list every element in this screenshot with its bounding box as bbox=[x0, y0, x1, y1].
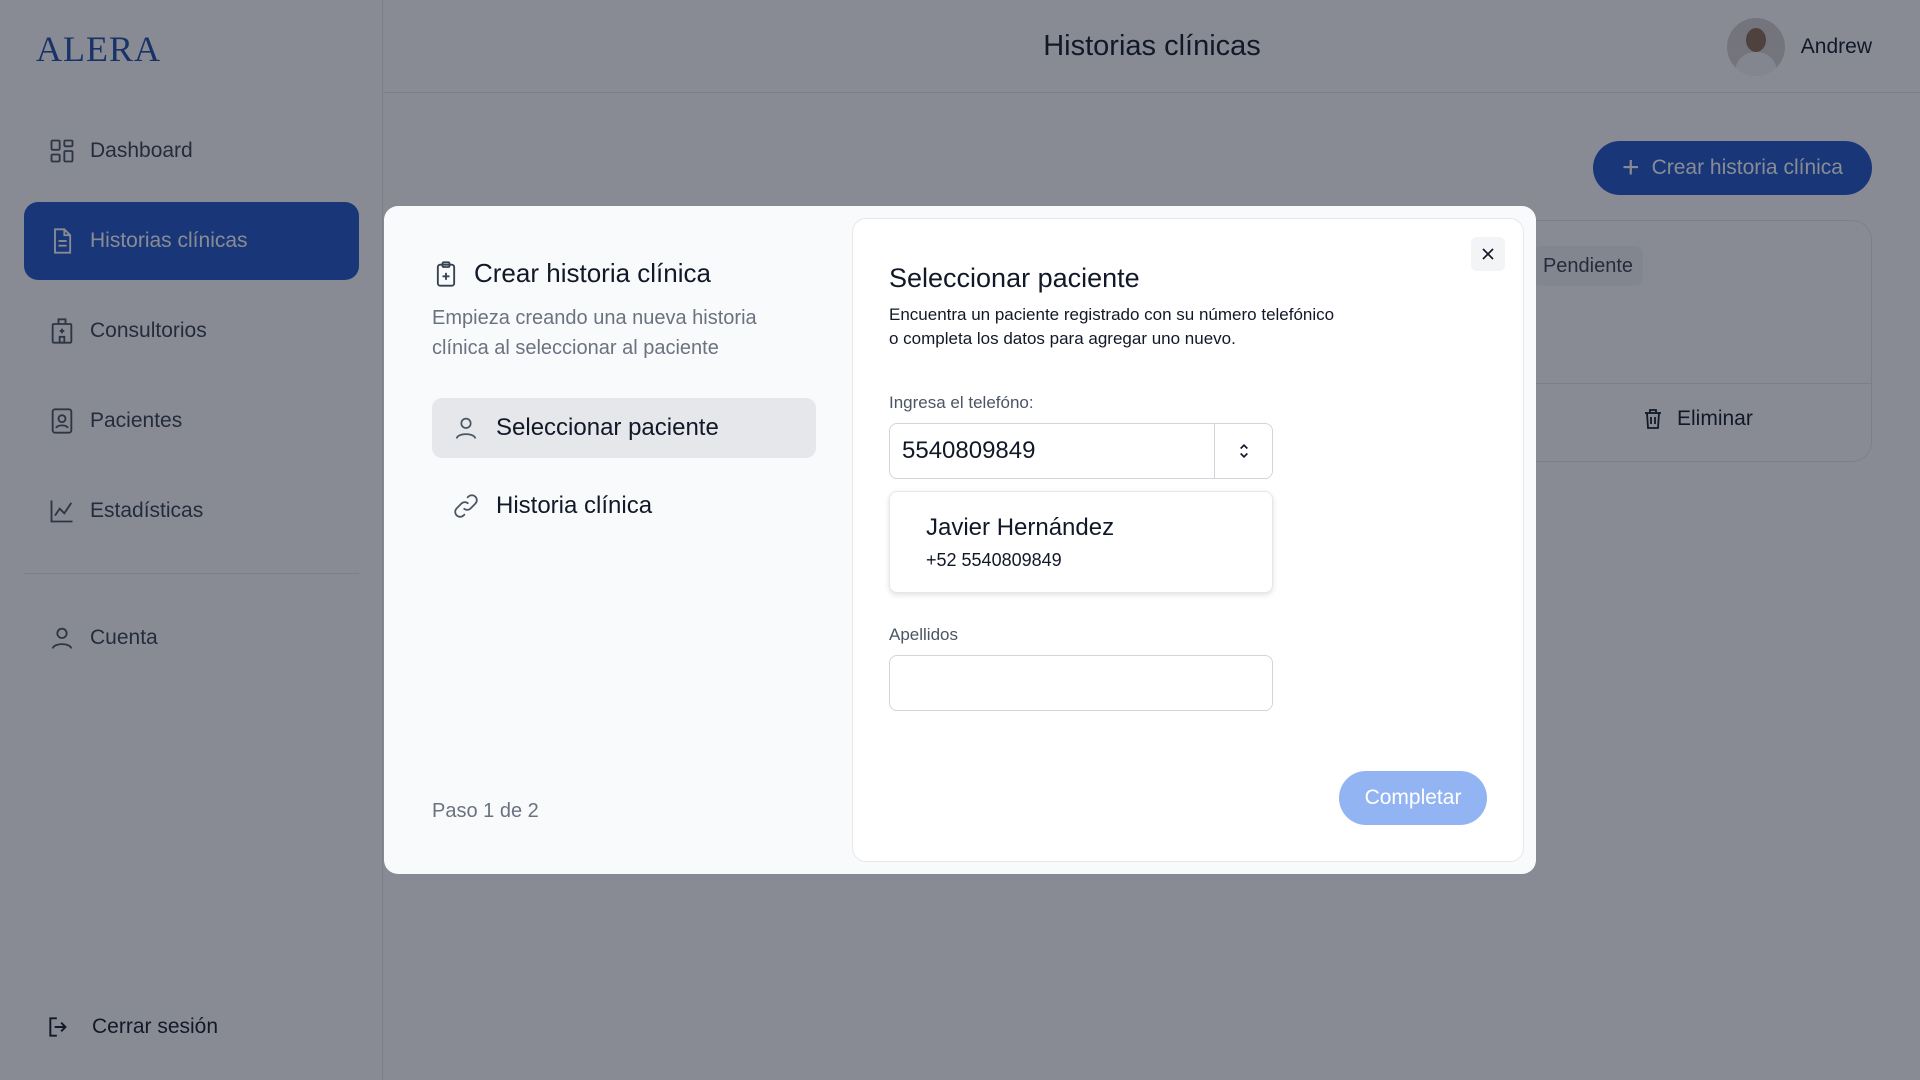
panel-description: Encuentra un paciente registrado con su … bbox=[889, 303, 1389, 351]
step-counter: Paso 1 de 2 bbox=[432, 800, 539, 822]
lastname-label: Apellidos bbox=[889, 625, 958, 644]
phone-combobox bbox=[889, 423, 1273, 479]
step-label: Seleccionar paciente bbox=[496, 414, 719, 441]
panel-description-line: Encuentra un paciente registrado con su … bbox=[889, 305, 1335, 324]
link-icon bbox=[454, 494, 478, 518]
panel-description-line: o completa los datos para agregar uno nu… bbox=[889, 329, 1236, 348]
modal-title-text: Crear historia clínica bbox=[474, 258, 711, 288]
phone-input[interactable] bbox=[890, 424, 1214, 478]
step-clinical-record[interactable]: Historia clínica bbox=[432, 476, 816, 536]
suggestion-phone: +52 5540809849 bbox=[926, 550, 1062, 570]
user-icon bbox=[455, 417, 477, 439]
chevron-up-down-icon bbox=[1239, 443, 1248, 459]
step-select-patient[interactable]: Seleccionar paciente bbox=[432, 398, 816, 458]
step-label: Historia clínica bbox=[496, 492, 653, 519]
patient-suggestion[interactable]: Javier Hernández +52 5540809849 bbox=[889, 491, 1273, 593]
modal-title: Crear historia clínica bbox=[432, 258, 816, 289]
clipboard-plus-icon bbox=[436, 260, 456, 287]
complete-button[interactable]: Completar bbox=[1339, 771, 1487, 825]
select-patient-panel: Seleccionar paciente Encuentra un pacien… bbox=[852, 218, 1524, 862]
modal-subtitle: Empieza creando una nueva historia clíni… bbox=[432, 307, 757, 359]
suggestion-name: Javier Hernández bbox=[926, 514, 1115, 541]
close-button[interactable] bbox=[1471, 237, 1505, 271]
phone-label: Ingresa el telefóno: bbox=[889, 393, 1034, 412]
lastname-input[interactable] bbox=[889, 655, 1273, 711]
modal-sidebar: Crear historia clínica Empieza creando u… bbox=[432, 258, 816, 363]
panel-title: Seleccionar paciente bbox=[889, 263, 1140, 293]
close-icon bbox=[1482, 248, 1494, 260]
phone-dropdown-toggle[interactable] bbox=[1214, 424, 1272, 478]
create-record-modal: Crear historia clínica Empieza creando u… bbox=[384, 206, 1536, 874]
